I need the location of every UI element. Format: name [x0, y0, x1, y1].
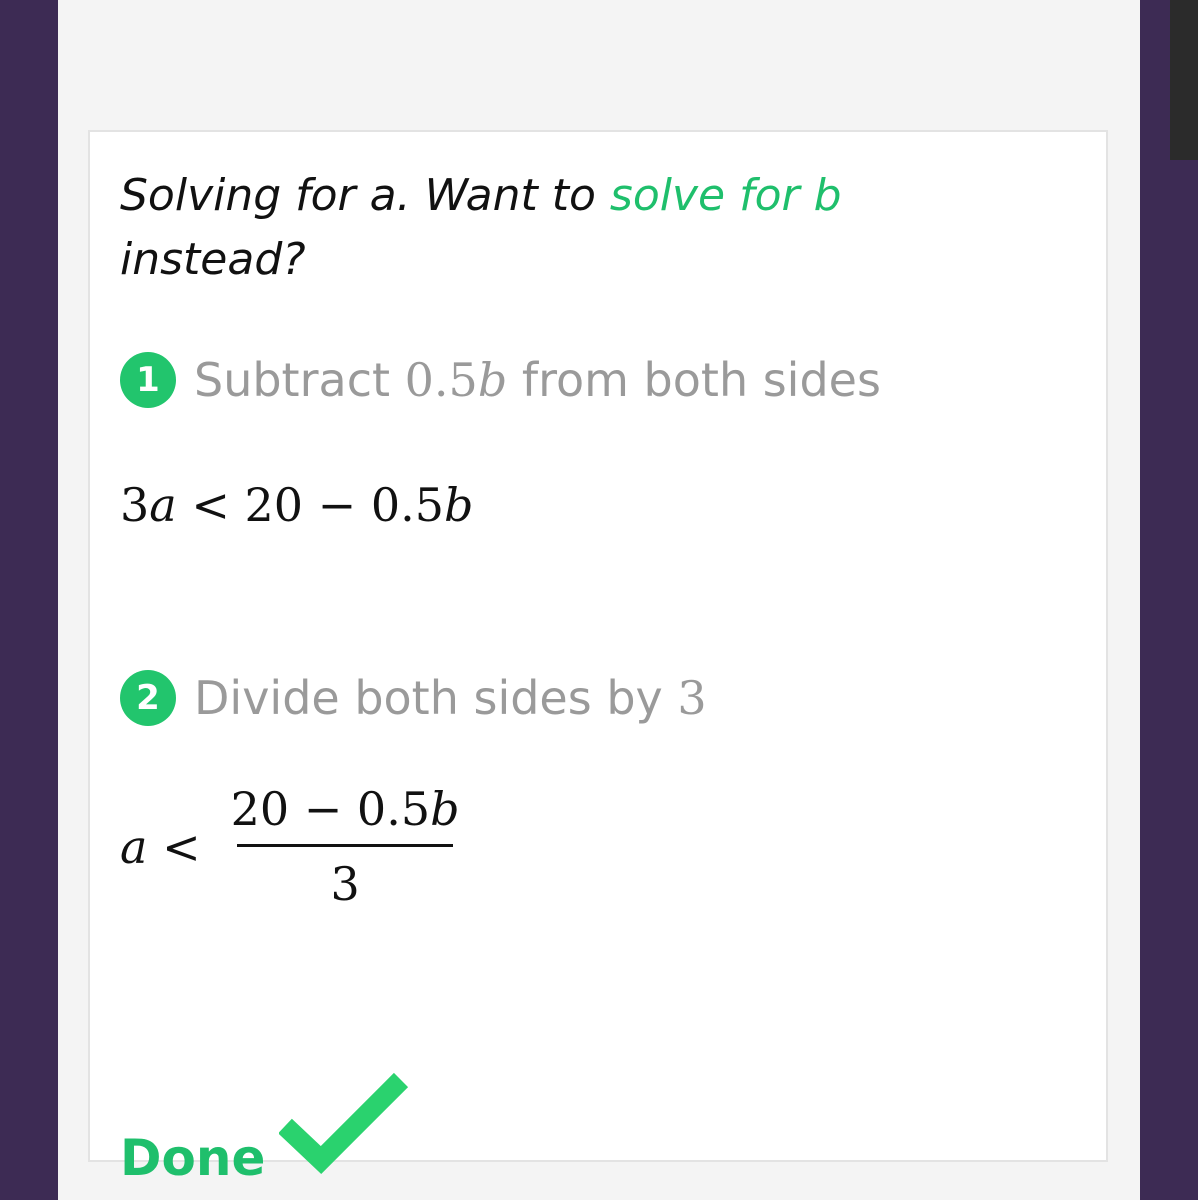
- step-2-result: a < 20 − 0.5b 3: [120, 782, 464, 911]
- solve-for-b-link[interactable]: solve for b: [610, 170, 842, 221]
- step-1-result: 3a < 20 − 0.5b: [120, 478, 474, 532]
- step-1-text-before: Subtract: [194, 353, 391, 407]
- side-tab: [1170, 0, 1198, 160]
- intro-prefix: Solving for a. Want to: [120, 170, 596, 221]
- step-1-text-after: from both sides: [521, 353, 881, 407]
- solution-card: Solving for a. Want to solve for b inste…: [88, 130, 1108, 1186]
- intro-text: Solving for a. Want to solve for b inste…: [120, 164, 1020, 292]
- intro-suffix: instead?: [120, 234, 306, 285]
- step-2-text-before: Divide both sides by: [194, 671, 663, 725]
- done-indicator: Done: [120, 1070, 409, 1186]
- fraction: 20 − 0.5b 3: [227, 782, 464, 911]
- step-2-math: 3: [677, 671, 707, 725]
- step-2-heading: 2 Divide both sides by 3: [120, 670, 707, 726]
- step-number-badge: 1: [120, 352, 176, 408]
- step-1-math: 0.5b: [404, 353, 508, 407]
- checkmark-icon: [278, 1070, 409, 1182]
- step-1-heading: 1 Subtract 0.5b from both sides: [120, 352, 881, 408]
- fraction-numerator: 20 − 0.5b: [230, 782, 460, 836]
- fraction-denominator: 3: [330, 857, 360, 911]
- done-label: Done: [120, 1129, 266, 1187]
- step-number-badge: 2: [120, 670, 176, 726]
